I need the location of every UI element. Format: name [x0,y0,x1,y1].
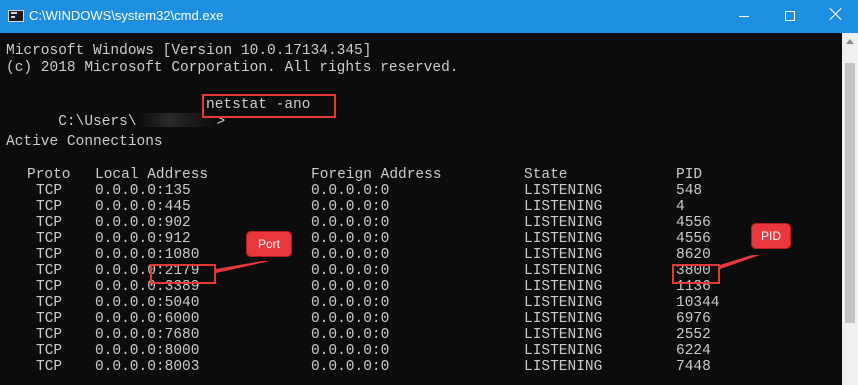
cell-state: LISTENING [524,327,603,343]
port-highlight-box [150,264,216,284]
cell-proto: TCP [36,279,63,295]
cell-pid: 4556 [676,215,711,231]
cell-local: 0.0.0.0:8000 [95,343,200,359]
maximize-icon [785,11,795,21]
cell-pid: 7448 [676,359,711,375]
pid-callout-pointer [720,255,760,269]
cell-proto: TCP [36,359,63,375]
cell-pid: 4556 [676,231,711,247]
cell-local: 0.0.0.0:1080 [95,247,200,263]
cmd-icon [8,10,24,22]
cell-state: LISTENING [524,183,603,199]
cell-state: LISTENING [524,231,603,247]
cell-state: LISTENING [524,359,603,375]
column-header-state: State [524,167,568,183]
port-callout: Port [246,231,292,257]
cell-proto: TCP [36,231,63,247]
close-button[interactable] [812,0,858,33]
cell-local: 0.0.0.0:445 [95,199,191,215]
cell-foreign: 0.0.0.0:0 [311,215,390,231]
cell-pid: 4 [676,199,685,215]
cell-state: LISTENING [524,295,603,311]
cell-local: 0.0.0.0:8003 [95,359,200,375]
cmd-window: C:\WINDOWS\system32\cmd.exe Microsoft Wi… [0,0,858,385]
column-header-pid: PID [676,167,703,183]
cell-local: 0.0.0.0:7680 [95,327,200,343]
cell-local: 0.0.0.0:912 [95,231,191,247]
cell-proto: TCP [36,183,63,199]
cell-local: 0.0.0.0:902 [95,215,191,231]
column-header-local: Local Address [95,167,209,183]
cell-proto: TCP [36,343,63,359]
cell-state: LISTENING [524,279,603,295]
cell-state: LISTENING [524,199,603,215]
cell-state: LISTENING [524,247,603,263]
cell-state: LISTENING [524,263,603,279]
cell-local: 0.0.0.0:135 [95,183,191,199]
cell-pid: 2552 [676,327,711,343]
section-title: Active Connections [6,134,163,150]
maximize-button[interactable] [767,0,813,33]
scroll-thumb[interactable] [845,63,855,323]
pid-highlight-box [672,264,720,284]
cell-foreign: 0.0.0.0:0 [311,183,390,199]
pid-callout: PID [751,223,791,249]
cell-foreign: 0.0.0.0:0 [311,231,390,247]
cell-foreign: 0.0.0.0:0 [311,199,390,215]
port-callout-pointer [216,261,270,273]
cell-foreign: 0.0.0.0:0 [311,359,390,375]
prompt-path: C:\Users\ [58,114,137,130]
cell-foreign: 0.0.0.0:0 [311,247,390,263]
cell-foreign: 0.0.0.0:0 [311,311,390,327]
cell-foreign: 0.0.0.0:0 [311,343,390,359]
cell-proto: TCP [36,199,63,215]
cell-state: LISTENING [524,215,603,231]
cell-local: 0.0.0.0:5040 [95,295,200,311]
version-line: Microsoft Windows [Version 10.0.17134.34… [6,43,372,59]
command-highlight-box [202,94,336,118]
column-header-foreign: Foreign Address [311,167,442,183]
column-header-proto: Proto [27,167,71,183]
title-bar[interactable]: C:\WINDOWS\system32\cmd.exe [0,0,858,33]
vertical-scrollbar[interactable] [842,33,858,385]
window-title: C:\WINDOWS\system32\cmd.exe [29,8,224,23]
cell-foreign: 0.0.0.0:0 [311,263,390,279]
cell-proto: TCP [36,263,63,279]
cell-proto: TCP [36,215,63,231]
cell-state: LISTENING [524,343,603,359]
cell-proto: TCP [36,295,63,311]
close-icon [829,7,841,19]
cell-foreign: 0.0.0.0:0 [311,295,390,311]
cell-foreign: 0.0.0.0:0 [311,279,390,295]
copyright-line: (c) 2018 Microsoft Corporation. All righ… [6,60,459,76]
cell-proto: TCP [36,247,63,263]
minimize-icon [739,16,749,17]
scroll-up-arrow-icon[interactable] [846,39,854,44]
cell-proto: TCP [36,311,63,327]
cell-pid: 6976 [676,311,711,327]
cell-pid: 548 [676,183,703,199]
cell-pid: 10344 [676,295,720,311]
cell-state: LISTENING [524,311,603,327]
minimize-button[interactable] [721,0,767,33]
cell-pid: 8620 [676,247,711,263]
cell-pid: 6224 [676,343,711,359]
cell-local: 0.0.0.0:6000 [95,311,200,327]
console-output[interactable]: Microsoft Windows [Version 10.0.17134.34… [0,33,842,385]
cell-foreign: 0.0.0.0:0 [311,327,390,343]
cell-proto: TCP [36,327,63,343]
